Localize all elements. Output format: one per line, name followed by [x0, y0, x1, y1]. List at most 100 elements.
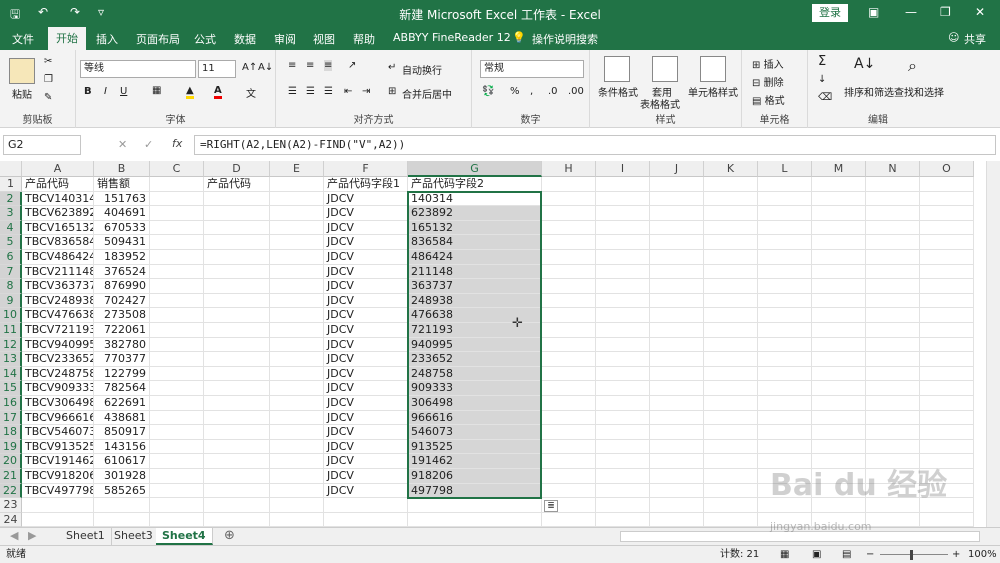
cell-j14[interactable] — [650, 366, 704, 382]
cell-o10[interactable] — [920, 308, 974, 323]
find-select-icon[interactable]: ⌕ — [908, 56, 917, 76]
cell-k14[interactable] — [704, 366, 758, 382]
cell-i10[interactable] — [596, 308, 650, 323]
cell-j9[interactable] — [650, 293, 704, 309]
cell-c5[interactable] — [150, 235, 204, 250]
cell-n16[interactable] — [866, 396, 920, 411]
cell-l8[interactable] — [758, 279, 812, 294]
tell-me-search[interactable]: 操作说明搜索 — [532, 31, 598, 47]
cell-o15[interactable] — [920, 381, 974, 396]
cell-a7[interactable]: TBCV211148 — [22, 264, 94, 280]
cell-j16[interactable] — [650, 396, 704, 411]
row-header-10[interactable]: 10 — [0, 308, 22, 323]
cell-a15[interactable]: TBCV909333 — [22, 381, 94, 396]
cell-g8[interactable]: 363737 — [408, 279, 542, 294]
table-format-icon[interactable] — [652, 56, 678, 82]
column-header-n[interactable]: N — [866, 161, 920, 177]
cell-a1[interactable]: 产品代码 — [22, 177, 94, 192]
cell-n12[interactable] — [866, 337, 920, 353]
cell-h8[interactable] — [542, 279, 596, 294]
cell-n7[interactable] — [866, 264, 920, 280]
decrease-font-icon[interactable]: A↓ — [258, 62, 273, 73]
cell-e7[interactable] — [270, 264, 324, 280]
cell-e22[interactable] — [270, 483, 324, 499]
column-header-j[interactable]: J — [650, 161, 704, 177]
cell-h17[interactable] — [542, 410, 596, 426]
cell-e13[interactable] — [270, 352, 324, 367]
cell-b15[interactable]: 782564 — [94, 381, 150, 396]
cell-f8[interactable]: JDCV — [324, 279, 408, 294]
cell-b9[interactable]: 702427 — [94, 293, 150, 309]
cell-f5[interactable]: JDCV — [324, 235, 408, 250]
row-header-21[interactable]: 21 — [0, 469, 22, 484]
cell-l1[interactable] — [758, 177, 812, 192]
row-header-18[interactable]: 18 — [0, 425, 22, 440]
cell-h22[interactable] — [542, 483, 596, 499]
row-header-20[interactable]: 20 — [0, 454, 22, 469]
cell-i8[interactable] — [596, 279, 650, 294]
ribbon-display-icon[interactable]: ▣ — [868, 5, 879, 19]
font-size-select[interactable]: 11 — [198, 60, 236, 78]
cell-h2[interactable] — [542, 191, 596, 207]
cell-a16[interactable]: TBCV306498 — [22, 396, 94, 411]
cell-f21[interactable]: JDCV — [324, 469, 408, 484]
decrease-decimal-icon[interactable]: .00 — [568, 86, 584, 97]
cell-f15[interactable]: JDCV — [324, 381, 408, 396]
zoom-in-icon[interactable]: + — [952, 546, 960, 563]
login-button[interactable]: 登录 — [812, 4, 848, 22]
cell-e1[interactable] — [270, 177, 324, 192]
cell-a9[interactable]: TBCV248938 — [22, 293, 94, 309]
cell-n3[interactable] — [866, 206, 920, 221]
cell-g5[interactable]: 836584 — [408, 235, 542, 250]
cell-b6[interactable]: 183952 — [94, 250, 150, 265]
cell-b21[interactable]: 301928 — [94, 469, 150, 484]
cell-g6[interactable]: 486424 — [408, 250, 542, 265]
cell-o3[interactable] — [920, 206, 974, 221]
cell-k19[interactable] — [704, 439, 758, 455]
cell-m15[interactable] — [812, 381, 866, 396]
column-header-i[interactable]: I — [596, 161, 650, 177]
cell-n18[interactable] — [866, 425, 920, 440]
cell-k21[interactable] — [704, 469, 758, 484]
cell-f23[interactable] — [324, 498, 408, 513]
cell-e14[interactable] — [270, 366, 324, 382]
cell-c10[interactable] — [150, 308, 204, 323]
cell-l19[interactable] — [758, 439, 812, 455]
cell-d6[interactable] — [204, 250, 270, 265]
cell-h16[interactable] — [542, 396, 596, 411]
cell-b11[interactable]: 722061 — [94, 323, 150, 338]
align-right-icon[interactable]: ☰ — [324, 86, 333, 97]
cell-e19[interactable] — [270, 439, 324, 455]
align-left-icon[interactable]: ☰ — [288, 86, 297, 97]
tab-page-layout[interactable]: 页面布局 — [136, 31, 180, 47]
cell-f11[interactable]: JDCV — [324, 323, 408, 338]
cell-d17[interactable] — [204, 410, 270, 426]
bold-button[interactable]: B — [84, 86, 92, 97]
cell-a3[interactable]: TBCV623892 — [22, 206, 94, 221]
cell-e10[interactable] — [270, 308, 324, 323]
cell-o12[interactable] — [920, 337, 974, 353]
cell-o5[interactable] — [920, 235, 974, 250]
cell-d22[interactable] — [204, 483, 270, 499]
cell-e11[interactable] — [270, 323, 324, 338]
add-sheet-icon[interactable]: ⊕ — [224, 528, 235, 543]
cell-k17[interactable] — [704, 410, 758, 426]
cell-l17[interactable] — [758, 410, 812, 426]
cell-e2[interactable] — [270, 191, 324, 207]
cell-g23[interactable] — [408, 498, 542, 513]
cell-m16[interactable] — [812, 396, 866, 411]
cell-d7[interactable] — [204, 264, 270, 280]
cell-h4[interactable] — [542, 220, 596, 236]
cell-k11[interactable] — [704, 323, 758, 338]
cell-a6[interactable]: TBCV486424 — [22, 250, 94, 265]
decrease-indent-icon[interactable]: ⇤ — [344, 86, 352, 97]
cell-n10[interactable] — [866, 308, 920, 323]
share-button[interactable]: 共享 — [964, 31, 986, 47]
cell-d16[interactable] — [204, 396, 270, 411]
cell-h6[interactable] — [542, 250, 596, 265]
cell-styles-icon[interactable] — [700, 56, 726, 82]
tab-home[interactable]: 开始 — [48, 27, 86, 50]
tab-data[interactable]: 数据 — [234, 31, 256, 47]
cell-i15[interactable] — [596, 381, 650, 396]
cell-m9[interactable] — [812, 293, 866, 309]
